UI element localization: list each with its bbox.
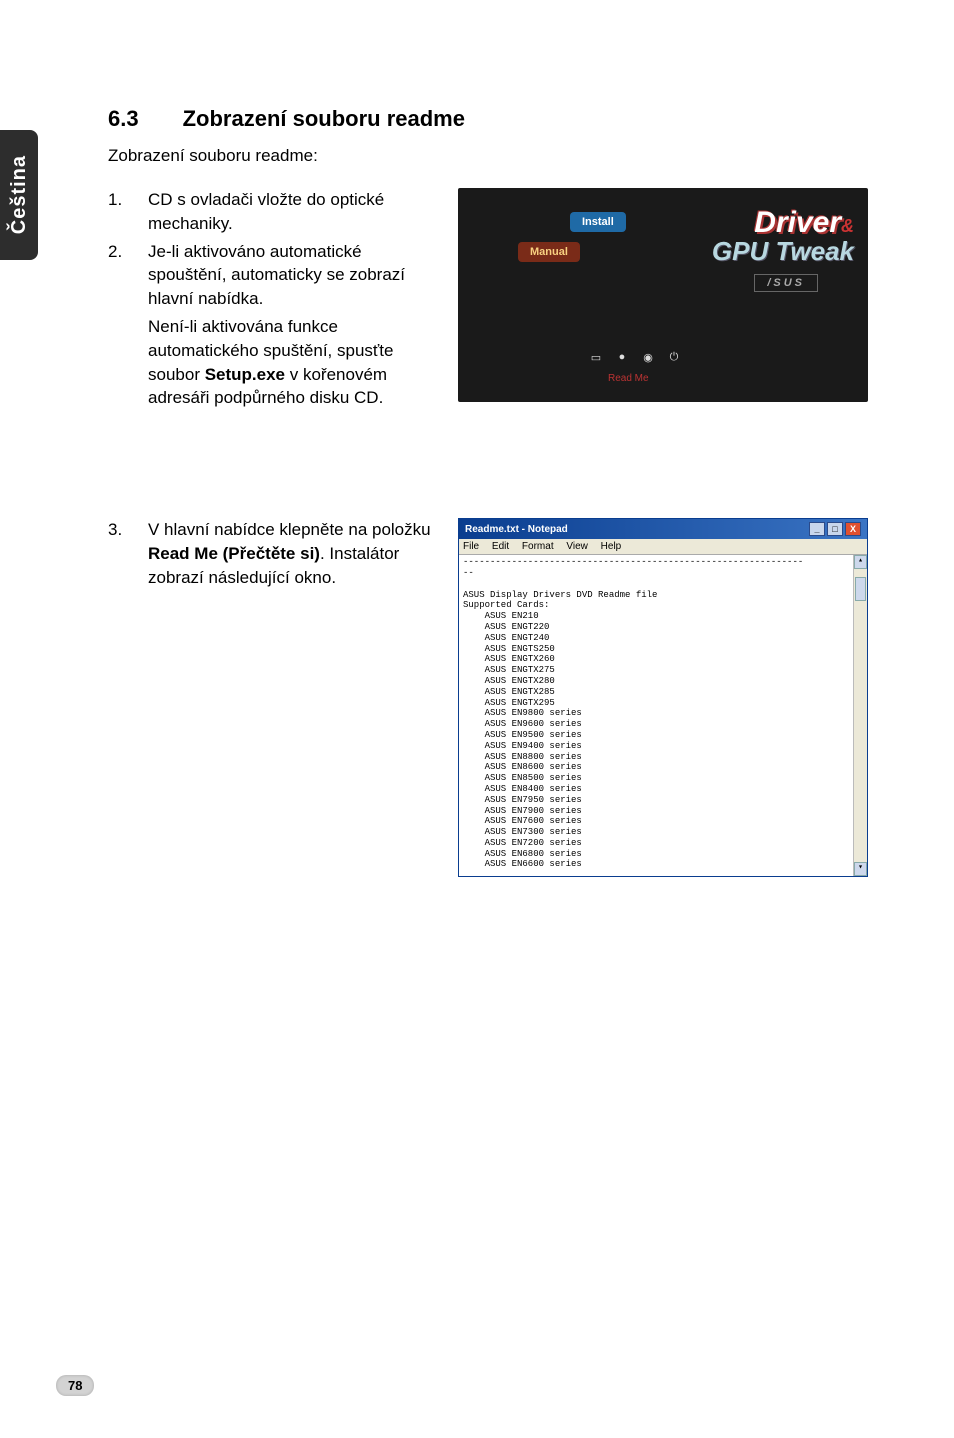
notepad-titlebar: Readme.txt - Notepad _ □ X <box>459 519 867 539</box>
menu-format[interactable]: Format <box>522 541 554 552</box>
driver-installer-window: Install Manual Driver& GPU Tweak /SUS ▭ … <box>458 188 868 402</box>
s3-pre: V hlavní nabídce klepněte na položku <box>148 520 431 539</box>
step-3: 3. V hlavní nabídce klepněte na položku … <box>108 518 438 589</box>
menu-edit[interactable]: Edit <box>492 541 509 552</box>
disc-icon[interactable]: ◉ <box>640 350 656 364</box>
logo-line2: GPU Tweak <box>712 238 854 264</box>
menu-file[interactable]: File <box>463 541 479 552</box>
intro-text: Zobrazení souboru readme: <box>108 146 866 166</box>
setup-exe-filename: Setup.exe <box>205 365 285 384</box>
step-2: 2. Je-li aktivováno automatické spouštěn… <box>108 240 438 311</box>
globe-icon[interactable]: ● <box>614 350 630 364</box>
scroll-up-button[interactable]: ▴ <box>854 555 867 569</box>
power-icon[interactable]: ⏻ <box>666 350 682 364</box>
notepad-title-text: Readme.txt - Notepad <box>465 524 568 535</box>
menu-view[interactable]: View <box>566 541 588 552</box>
section-number: 6.3 <box>108 106 139 132</box>
logo-line1: Driver <box>754 206 841 239</box>
manual-tab[interactable]: Manual <box>518 242 580 262</box>
page-number: 78 <box>56 1375 94 1396</box>
browse-icon[interactable]: ▭ <box>588 350 604 364</box>
page-content: 6.3 Zobrazení souboru readme Zobrazení s… <box>108 106 866 877</box>
asus-brand-badge: /SUS <box>754 274 818 292</box>
driver-logo: Driver& GPU Tweak <box>712 208 854 264</box>
steps-column-1: 1. CD s ovladači vložte do optické mecha… <box>108 188 438 410</box>
minimize-button[interactable]: _ <box>809 522 825 536</box>
step-1: 1. CD s ovladači vložte do optické mecha… <box>108 188 438 236</box>
close-button[interactable]: X <box>845 522 861 536</box>
logo-ampersand: & <box>841 216 854 236</box>
notepad-screenshot: Readme.txt - Notepad _ □ X File Edit For… <box>458 518 868 877</box>
menu-help[interactable]: Help <box>601 541 622 552</box>
readme-contents: ----------------------------------------… <box>463 557 803 869</box>
step-text: Je-li aktivováno automatické spouštění, … <box>148 240 438 311</box>
step-text: CD s ovladači vložte do optické mechanik… <box>148 188 438 236</box>
language-label: Čeština <box>8 155 31 234</box>
installer-icon-row: ▭ ● ◉ ⏻ <box>588 350 682 364</box>
step-2-sub: Není-li aktivována funkce automatického … <box>148 315 438 410</box>
step-number: 1. <box>108 188 124 236</box>
readme-link[interactable]: Read Me <box>608 373 649 384</box>
step-number: 3. <box>108 518 124 589</box>
maximize-button[interactable]: □ <box>827 522 843 536</box>
step-number: 2. <box>108 240 124 311</box>
readme-menu-item: Read Me (Přečtěte si) <box>148 544 320 563</box>
language-tab: Čeština <box>0 130 38 260</box>
scrollbar[interactable]: ▴▾ <box>853 555 867 876</box>
section-title: Zobrazení souboru readme <box>183 106 465 132</box>
install-tab[interactable]: Install <box>570 212 626 232</box>
steps-column-2: 3. V hlavní nabídce klepněte na položku … <box>108 518 438 877</box>
step-text: V hlavní nabídce klepněte na položku Rea… <box>148 518 438 589</box>
notepad-window: Readme.txt - Notepad _ □ X File Edit For… <box>458 518 868 877</box>
scroll-thumb[interactable] <box>855 577 866 601</box>
driver-screenshot: Install Manual Driver& GPU Tweak /SUS ▭ … <box>458 188 868 410</box>
section-heading: 6.3 Zobrazení souboru readme <box>108 106 866 132</box>
notepad-menubar: File Edit Format View Help <box>459 539 867 555</box>
notepad-body[interactable]: ----------------------------------------… <box>459 555 867 876</box>
scroll-down-button[interactable]: ▾ <box>854 862 867 876</box>
